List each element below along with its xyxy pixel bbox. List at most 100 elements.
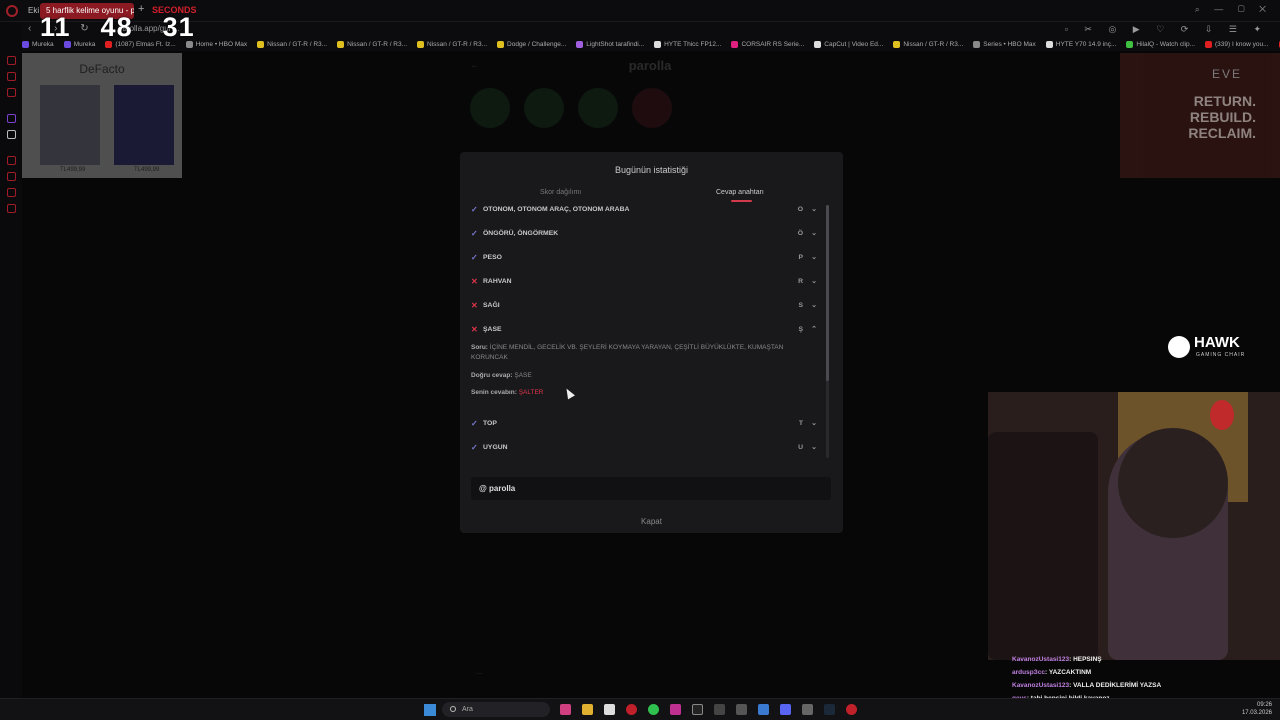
share-box[interactable]: @ parolla xyxy=(471,477,831,500)
cross-icon: ✕ xyxy=(471,277,478,286)
obs-icon[interactable] xyxy=(714,704,725,715)
sidebar-x-icon[interactable] xyxy=(7,130,16,139)
hawk-subtitle: GAMING CHAIR xyxy=(1196,352,1246,358)
chevron-down-icon[interactable]: ⌄ xyxy=(811,275,817,289)
hawk-logo-icon xyxy=(1168,336,1190,358)
window-controls[interactable]: ⌕ — ▢ ✕ xyxy=(1195,4,1272,15)
ad-eve-text: RETURN. REBUILD. RECLAIM. xyxy=(1188,93,1256,141)
bookmark-label: Nissan / GT-R / R3... xyxy=(903,41,964,48)
bookmark-item[interactable]: Nissan / GT-R / R3... xyxy=(257,38,327,51)
opera-taskbar-icon[interactable] xyxy=(626,704,637,715)
tab-score-distribution[interactable]: Skor dağılımı xyxy=(540,189,581,196)
cross-icon: ✕ xyxy=(471,325,478,334)
answer-row[interactable]: ✓ PESO P ⌄ xyxy=(471,251,817,265)
answer-row[interactable]: ✕ SAĞI S ⌄ xyxy=(471,299,817,313)
bookmark-item[interactable]: CapCut | Video Ed... xyxy=(814,38,883,51)
stream-clock: 11 48 31 xyxy=(40,12,225,43)
bookmark-label: (339) I know you... xyxy=(1215,41,1269,48)
opera-gx-icon[interactable] xyxy=(846,704,857,715)
bookmark-item[interactable]: HilalQ - Watch clip... xyxy=(1126,38,1195,51)
back-icon[interactable]: ← xyxy=(470,60,480,71)
answer-row[interactable]: ✓ TOP T ⌄ xyxy=(471,417,817,431)
modal-title: Bugünün istatistiği xyxy=(614,165,689,175)
question-line: Soru: İÇİNE MENDİL, GECELİK VB. ŞEYLERİ … xyxy=(471,343,801,363)
bookmark-item[interactable]: HYTE Y70 14.9 inç... xyxy=(1045,38,1116,51)
discord-icon[interactable] xyxy=(780,704,791,715)
explorer-icon[interactable] xyxy=(582,704,593,715)
ad-eve-logo: EVE xyxy=(1211,67,1242,81)
bookmark-item[interactable]: LightShot tarafindi... xyxy=(576,38,644,51)
app-icon[interactable] xyxy=(802,704,813,715)
bookmark-favicon-icon xyxy=(1045,41,1053,48)
opera-logo-icon[interactable] xyxy=(6,5,18,17)
list-scrollbar[interactable] xyxy=(826,205,829,458)
chat-username[interactable]: arduspЗcc xyxy=(1012,669,1045,676)
bookmark-item[interactable]: Dodge / Challenge... xyxy=(497,38,566,51)
bookmark-favicon-icon xyxy=(973,41,981,48)
ad-line: RETURN. xyxy=(1193,93,1256,109)
sidebar-bag-icon[interactable] xyxy=(7,72,16,81)
answer-list: ✓ OTONOM, OTONOM ARAÇ, OTONOM ARABA O ⌄ ✓ ÖNG… xyxy=(460,202,843,460)
taskbar-search[interactable]: Ara xyxy=(442,702,550,717)
bookmark-label: LightShot tarafindi... xyxy=(586,41,645,48)
scroll-thumb[interactable] xyxy=(826,205,829,381)
chat-username[interactable]: KavanozUstasi123 xyxy=(1012,682,1069,689)
ad-eve[interactable]: EVE RETURN. REBUILD. RECLAIM. xyxy=(1120,53,1280,178)
tiktok-icon[interactable] xyxy=(692,704,703,715)
tab-answer-key[interactable]: Cevap anahtarı xyxy=(716,189,764,196)
store-icon[interactable] xyxy=(604,704,615,715)
sidebar-twitch-icon[interactable] xyxy=(7,114,16,123)
webcam-hair xyxy=(1118,428,1228,538)
extension-icons[interactable]: ▫ ✂ ◎ ▶ ♡ ⟳ ⇩ ☰ ✦ xyxy=(1065,24,1268,35)
check-icon: ✓ xyxy=(471,253,478,262)
bookmark-item[interactable]: Series • HBO Max xyxy=(973,38,1036,51)
sidebar-flow-icon[interactable] xyxy=(7,188,16,197)
answer-row[interactable]: ✓ UYGUN U ⌄ xyxy=(471,441,817,455)
sidebar-clock-icon[interactable] xyxy=(7,172,16,181)
bookmark-item[interactable]: CORSAIR RS Serie... xyxy=(731,38,804,51)
chevron-down-icon[interactable]: ⌄ xyxy=(811,417,817,431)
bookmark-favicon-icon xyxy=(257,41,265,48)
score-circle xyxy=(578,88,618,128)
sidebar-history-icon[interactable] xyxy=(7,156,16,165)
chevron-down-icon[interactable]: ⌄ xyxy=(811,227,817,241)
chevron-up-icon[interactable]: ⌃ xyxy=(811,323,817,337)
copilot-icon[interactable] xyxy=(560,704,571,715)
answer-row[interactable]: ✕ RAHVAN R ⌄ xyxy=(471,275,817,289)
bookmark-favicon-icon xyxy=(417,41,425,48)
chevron-down-icon[interactable]: ⌄ xyxy=(811,203,817,217)
sidebar-settings-icon[interactable] xyxy=(7,204,16,213)
ad-defacto[interactable]: DeFacto TL499,99 TL499,99 xyxy=(22,53,182,178)
bookmark-item[interactable]: (339) I know you... xyxy=(1205,38,1269,51)
bookmark-item[interactable]: HYTE Thicc FP12... xyxy=(654,38,721,51)
bookmark-label: Series • HBO Max xyxy=(983,41,1036,48)
app-icon[interactable] xyxy=(736,704,747,715)
bookmark-item[interactable]: Nissan / GT-R / R3... xyxy=(337,38,407,51)
answer-letter: T xyxy=(798,420,803,427)
sidebar-messenger-icon[interactable] xyxy=(7,88,16,97)
chevron-down-icon[interactable]: ⌄ xyxy=(811,299,817,313)
windows-start-icon[interactable] xyxy=(424,704,436,716)
question-label: Soru: xyxy=(471,344,488,351)
bookmark-item[interactable]: Nissan / GT-R / R3... xyxy=(417,38,487,51)
answer-row[interactable]: ✕ ŞASE Ş ⌃ xyxy=(471,323,817,337)
stats-modal: Bugünün istatistiği Skor dağılımı Cevap … xyxy=(460,152,843,533)
bookmark-favicon-icon xyxy=(576,41,584,48)
chat-message: arduspЗcc: YAZCAKTINM xyxy=(1012,669,1091,676)
your-line: Senin cevabın: ŞALTER xyxy=(471,388,801,398)
instagram-icon[interactable] xyxy=(670,704,681,715)
answer-row[interactable]: ✓ ÖNGÖRÜ, ÖNGÖRMEK Ö ⌄ xyxy=(471,227,817,241)
chat-username[interactable]: KavanozUstasi123 xyxy=(1012,656,1069,663)
answer-row[interactable]: ✓ OTONOM, OTONOM ARAÇ, OTONOM ARABA O ⌄ xyxy=(471,203,817,217)
app-icon[interactable] xyxy=(758,704,769,715)
bookmark-favicon-icon xyxy=(1126,41,1134,48)
spotify-icon[interactable] xyxy=(648,704,659,715)
chevron-down-icon[interactable]: ⌄ xyxy=(811,441,817,455)
sidebar-aria-icon[interactable] xyxy=(7,56,16,65)
ad-product-image xyxy=(40,85,100,165)
bookmark-item[interactable]: Nissan / GT-R / R3... xyxy=(893,38,963,51)
close-button[interactable]: Kapat xyxy=(460,517,843,526)
system-tray-clock[interactable]: 09:26 17.03.2026 xyxy=(1242,701,1272,717)
steam-icon[interactable] xyxy=(824,704,835,715)
chevron-down-icon[interactable]: ⌄ xyxy=(811,251,817,265)
